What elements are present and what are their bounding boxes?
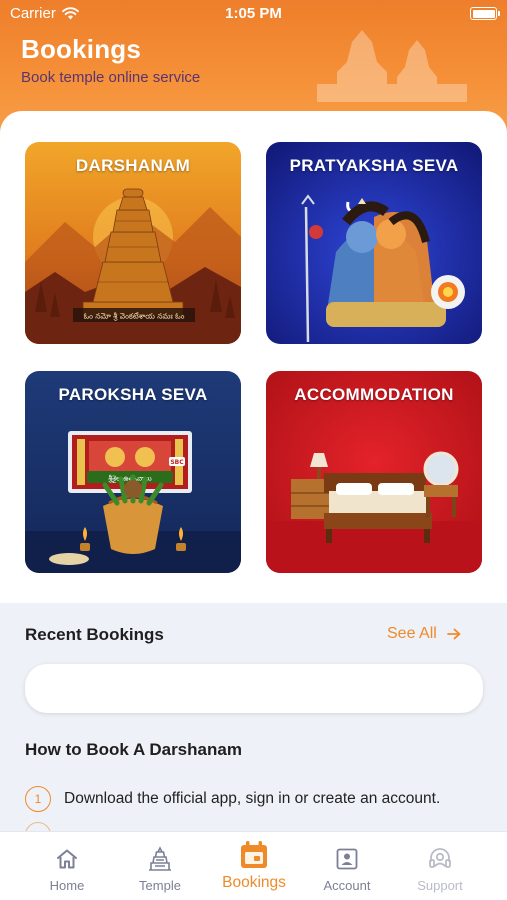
- arrow-right-icon: [446, 628, 461, 640]
- how-to-title: How to Book A Darshanam: [25, 740, 242, 759]
- tab-label: Home: [49, 878, 85, 893]
- account-icon: [336, 848, 358, 870]
- page-subtitle: Book temple online service: [21, 69, 201, 86]
- temple-icon: [149, 846, 171, 871]
- tile-label: PAROKSHA SEVA: [58, 385, 208, 404]
- tab-label: Support: [417, 878, 463, 893]
- darshanam-banner-text: ఓం నమో శ్రీ వెంకటేశాయ నమః ఓం: [84, 312, 185, 322]
- recent-bookings-card[interactable]: [25, 664, 483, 713]
- calendar-icon: [241, 841, 267, 868]
- tab-bookings[interactable]: Bookings: [204, 832, 304, 900]
- tab-label: Temple: [139, 878, 181, 893]
- tile-label: ACCOMMODATION: [294, 385, 454, 404]
- tab-label: Bookings: [222, 874, 286, 891]
- headset-icon: [429, 848, 451, 868]
- accommodation-tile[interactable]: ACCOMMODATION: [266, 371, 482, 573]
- tab-temple[interactable]: Temple: [110, 832, 210, 900]
- darshanam-tile[interactable]: ఓం నమో శ్రీ వెంకటేశాయ నమః ఓం DARSHANAM: [25, 142, 241, 344]
- temple-silhouette: [317, 30, 467, 102]
- step-text: Download the official app, sign in or cr…: [64, 790, 441, 807]
- tab-label: Account: [323, 878, 371, 893]
- tab-account[interactable]: Account: [297, 832, 397, 900]
- tile-label: DARSHANAM: [75, 156, 191, 175]
- see-all-link[interactable]: See All: [387, 625, 461, 643]
- pratyaksha-seva-tile[interactable]: PRATYAKSHA SEVA: [266, 142, 482, 344]
- recent-bookings-title: Recent Bookings: [25, 625, 164, 644]
- tab-home[interactable]: Home: [17, 832, 117, 900]
- tab-bar: Home Temple Bookings Account Support: [0, 831, 507, 900]
- page-title: Bookings: [21, 34, 142, 64]
- battery-icon: [470, 7, 500, 20]
- status-time: 1:05 PM: [225, 5, 282, 22]
- home-icon: [57, 849, 77, 869]
- see-all-label: See All: [387, 625, 437, 642]
- status-bar: Carrier 1:05 PM: [0, 0, 507, 28]
- paroksha-seva-tile[interactable]: శ్రీశైల ఉత్సవాలు SBC PAROKSHA SEVA: [25, 371, 241, 573]
- how-to-step: 1 Download the official app, sign in or …: [25, 786, 440, 812]
- tile-label: PRATYAKSHA SEVA: [289, 156, 459, 175]
- tab-support[interactable]: Support: [390, 832, 490, 900]
- channel-badge: SBC: [170, 459, 184, 466]
- step-number: 1: [25, 786, 51, 812]
